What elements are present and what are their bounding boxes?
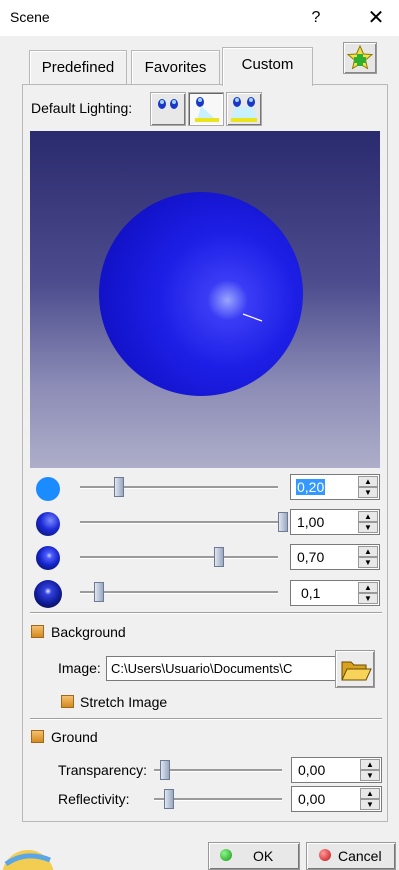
spin-up-arrow[interactable]: ▲ [360, 759, 380, 770]
cancel-button[interactable]: Cancel [306, 842, 396, 870]
folder-open-icon [341, 661, 372, 681]
slider-thumb [164, 789, 174, 809]
transparency-label: Transparency: [58, 762, 147, 778]
ok-button[interactable]: OK [208, 842, 300, 870]
reflectivity-value[interactable]: 0,00 [298, 791, 325, 807]
ambient-slider[interactable] [80, 477, 278, 497]
ok-label: OK [253, 848, 274, 864]
spin-up-arrow[interactable]: ▲ [360, 788, 380, 799]
ground-label: Ground [51, 729, 98, 745]
title-bar: Scene ? ✕ [0, 0, 399, 36]
lighting-single-spotlight-button[interactable] [188, 92, 224, 126]
spin-up-arrow[interactable]: ▲ [358, 546, 378, 557]
diffuse-spinbox[interactable]: 1,00 ▲ ▼ [290, 509, 380, 535]
window-title: Scene [10, 9, 50, 25]
background-label: Background [51, 624, 126, 640]
lighting-two-spotlights-button[interactable] [226, 92, 262, 126]
image-path-input[interactable]: C:\Users\Usuario\Documents\C [106, 656, 336, 681]
spin-down-arrow[interactable]: ▼ [360, 799, 380, 810]
background-checkbox[interactable] [31, 625, 44, 638]
separator [30, 612, 382, 614]
lighting-two-lights-button[interactable] [150, 92, 186, 126]
light-direction-indicator[interactable] [30, 131, 380, 468]
slider-thumb [214, 547, 224, 567]
spin-down-arrow[interactable]: ▼ [358, 487, 378, 498]
reflectivity-slider[interactable] [154, 789, 282, 809]
app-logo-icon [0, 830, 62, 870]
spin-up-arrow[interactable]: ▲ [358, 582, 378, 593]
two-spotlights-icon [231, 97, 257, 122]
tab-predefined[interactable]: Predefined [29, 50, 127, 85]
spin-down-arrow[interactable]: ▼ [358, 557, 378, 568]
transparency-slider[interactable] [154, 760, 282, 780]
image-label: Image: [58, 660, 101, 676]
spin-down-arrow[interactable]: ▼ [358, 522, 378, 533]
material-preview-viewport[interactable] [30, 131, 380, 468]
browse-image-button[interactable] [335, 650, 375, 688]
ambient-value[interactable]: 0,20 [296, 479, 326, 495]
help-button[interactable]: ? [306, 6, 326, 30]
slider-thumb [114, 477, 124, 497]
ground-checkbox[interactable] [31, 730, 44, 743]
spin-down-arrow[interactable]: ▼ [358, 593, 378, 604]
two-lights-icon [158, 99, 178, 109]
specular-sphere-icon [36, 546, 60, 570]
star-plus-icon [346, 44, 374, 70]
specular-value[interactable]: 0,70 [297, 549, 324, 565]
slider-thumb [94, 582, 104, 602]
close-button[interactable]: ✕ [362, 5, 390, 31]
cancel-icon [319, 849, 331, 861]
cancel-label: Cancel [338, 848, 382, 864]
stretch-image-label: Stretch Image [80, 694, 168, 710]
shininess-spinbox[interactable]: 0,1 ▲ ▼ [290, 580, 380, 606]
separator [30, 718, 382, 720]
tab-custom[interactable]: Custom [222, 47, 313, 86]
add-favorite-button[interactable] [343, 42, 377, 74]
spin-up-arrow[interactable]: ▲ [358, 511, 378, 522]
shininess-sphere-icon [34, 580, 62, 608]
diffuse-slider[interactable] [80, 512, 288, 532]
reflectivity-spinbox[interactable]: 0,00 ▲ ▼ [291, 786, 382, 812]
transparency-value[interactable]: 0,00 [298, 762, 325, 778]
transparency-spinbox[interactable]: 0,00 ▲ ▼ [291, 757, 382, 783]
diffuse-sphere-icon [36, 512, 60, 536]
single-spotlight-icon [195, 97, 219, 122]
specular-slider[interactable] [80, 547, 278, 567]
ambient-spinbox[interactable]: 0,20 ▲ ▼ [290, 474, 380, 500]
slider-thumb [278, 512, 288, 532]
ambient-sphere-icon [36, 477, 60, 501]
slider-thumb [160, 760, 170, 780]
reflectivity-label: Reflectivity: [58, 791, 130, 807]
specular-spinbox[interactable]: 0,70 ▲ ▼ [290, 544, 380, 570]
stretch-image-checkbox[interactable] [61, 695, 74, 708]
spin-up-arrow[interactable]: ▲ [358, 476, 378, 487]
tab-favorites[interactable]: Favorites [131, 50, 220, 85]
spin-down-arrow[interactable]: ▼ [360, 770, 380, 781]
ok-icon [220, 849, 232, 861]
diffuse-value[interactable]: 1,00 [297, 514, 324, 530]
default-lighting-label: Default Lighting: [31, 100, 133, 116]
shininess-value[interactable]: 0,1 [301, 585, 320, 601]
shininess-slider[interactable] [80, 582, 278, 602]
